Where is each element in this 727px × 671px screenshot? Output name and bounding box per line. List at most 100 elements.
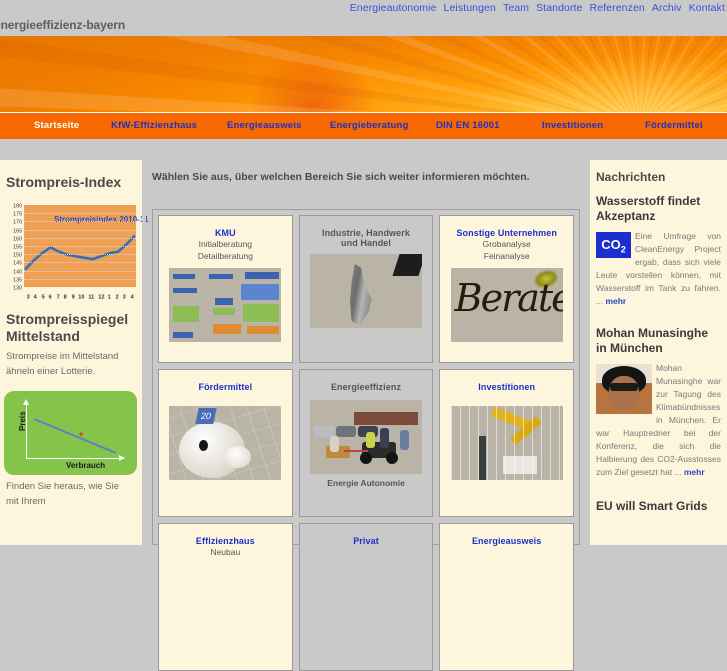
page-body: Strompreis-Index Strompreisindex 2010-11… (0, 139, 727, 671)
news-article-3-title[interactable]: EU will Smart Grids (590, 495, 727, 518)
chart1-xtick: 1 (108, 292, 112, 300)
portrait-photo (596, 364, 652, 414)
chart1-ytick: 180 (13, 202, 22, 209)
chart1-xtick: 12 (97, 292, 105, 300)
tile-foerdermittel[interactable]: Fördermittel 20 (158, 369, 293, 517)
car-shape-2 (336, 426, 356, 437)
right-sidebar: Nachrichten Wasserstoff findet Akzeptanz… (590, 160, 727, 545)
hero-banner-image (0, 36, 727, 112)
news-article-1-more-link[interactable]: mehr (605, 296, 626, 306)
nav-item-din-en-16001[interactable]: DIN EN 16001 (436, 120, 500, 131)
tile-row-3: Effizienzhaus Neubau Privat Energieauswe… (158, 523, 575, 671)
topnav-item-energieautonomie[interactable]: Energieautonomie (350, 2, 437, 14)
tile-sonstige-unternehmen[interactable]: Sonstige Unternehmen Grobanalyse Feinana… (439, 215, 575, 363)
preis-verbrauch-chart: Preis Verbrauch (4, 391, 137, 475)
co2-badge-icon: CO2 (596, 232, 631, 258)
tile-investitionen-title: Investitionen (478, 382, 536, 392)
news-article-2-more-link[interactable]: mehr (684, 467, 705, 477)
chart1-xtick: 5 (41, 292, 45, 300)
topnav-item-referenzen[interactable]: Referenzen (590, 2, 645, 14)
utility-nav: Energieautonomie Leistungen Team Standor… (346, 2, 725, 14)
tile-investitionen[interactable]: Investitionen (439, 369, 575, 517)
nav-item-startseite[interactable]: Startseite (34, 120, 79, 131)
tile-kmu[interactable]: KMU Initialberatung Detailberatung (158, 215, 293, 363)
chart1-xtick: 3 (26, 292, 30, 300)
gokart-wheel-right (386, 452, 398, 464)
chart1-xtick: 7 (56, 292, 60, 300)
tile-industrie-image (310, 254, 422, 328)
intro-text: Wählen Sie aus, über welchen Bereich Sie… (152, 171, 530, 183)
chart1-ytick: 155 (13, 243, 22, 250)
news-article-1[interactable]: Wasserstoff findet Akzeptanz CO2 Eine Umf… (590, 190, 727, 308)
tile-row-2: Fördermittel 20 Energieeffizienz Energie… (158, 369, 575, 517)
tile-sonstige-sub2: Feinanalyse (483, 251, 530, 261)
chart1-gridline (24, 254, 136, 256)
chart1-xtick: 6 (48, 292, 52, 300)
chart1-gridline (24, 237, 136, 239)
banner-sunburst-rays (0, 36, 727, 112)
news-article-2-body: Mohan Munasinghe war zur Tagung des Klim… (590, 360, 727, 479)
tile-industrie-subtitle: und Handel (341, 238, 391, 248)
gokart-wheel-left (360, 452, 372, 464)
chart1-ytick: 135 (13, 276, 22, 283)
chart1-xtick: 8 (63, 292, 67, 300)
chart1-gridline (24, 246, 136, 247)
chart1-gridline (24, 270, 136, 272)
chart1-xtick: 10 (78, 292, 85, 300)
tile-energieeffizienz-footer: Energie Autonomie (327, 478, 405, 488)
strompreis-index-plot: Strompreisindex 2010-11 (24, 205, 148, 287)
chart1-ytick: 150 (13, 251, 22, 258)
tile-effizienzhaus-title: Effizienzhaus (195, 536, 255, 546)
chart1-ytick: 130 (13, 284, 22, 291)
chart1-xtick: 11 (88, 292, 95, 300)
strompreis-index-chart-title: Strompreisindex 2010-11 (54, 215, 149, 224)
strompreisspiegel-heading: Strompreisspiegel Mittelstand (0, 303, 142, 349)
site-logo[interactable]: energieeffizienz-bayern (0, 18, 125, 32)
tile-sonstige-title: Sonstige Unternehmen (456, 228, 557, 238)
tile-energieeffizienz[interactable]: Energieeffizienz Energie Autonomie (298, 369, 434, 517)
pliers-icon (350, 264, 372, 326)
chart1-xtick: 9 (71, 292, 75, 300)
tile-industrie-title: Industrie, Handwerk (322, 228, 410, 238)
tile-industrie[interactable]: Industrie, Handwerk und Handel (298, 215, 434, 363)
tile-sonstige-image: Berater (450, 268, 563, 342)
nav-item-kfw-effizienzhaus[interactable]: KfW-Effizienzhaus (111, 120, 197, 131)
tile-energieeffizienz-title: Energieeffizienz (330, 382, 402, 392)
topnav-item-archiv[interactable]: Archiv (652, 2, 682, 14)
main-content: Wählen Sie aus, über welchen Bereich Sie… (146, 139, 586, 671)
news-spacer-1 (590, 308, 727, 322)
tile-energieausweis[interactable]: Energieausweis (439, 523, 575, 671)
tile-foerdermittel-image: 20 (169, 406, 282, 480)
tile-privat[interactable]: Privat (298, 523, 434, 671)
chart1-ytick: 160 (13, 235, 22, 242)
news-article-1-body: CO2 Eine Umfrage von CleanEnergy Project … (590, 228, 727, 308)
chart1-gridline (24, 229, 136, 231)
topnav-item-standorte[interactable]: Standorte (536, 2, 582, 14)
tile-effizienzhaus[interactable]: Effizienzhaus Neubau (158, 523, 293, 671)
tile-effizienzhaus-sub1: Neubau (210, 547, 241, 557)
tile-kmu-sub1: Initialberatung (198, 239, 253, 249)
tile-kmu-title: KMU (214, 228, 236, 238)
primary-nav-list: Startseite KfW-Effizienzhaus Energieausw… (0, 113, 727, 140)
portrait-face (609, 376, 639, 410)
topnav-item-leistungen[interactable]: Leistungen (444, 2, 496, 14)
news-spacer-2 (590, 479, 727, 495)
nav-item-energieausweis[interactable]: Energieausweis (227, 120, 302, 131)
chart1-ytick: 145 (13, 259, 22, 267)
nav-item-investitionen[interactable]: Investitionen (542, 120, 603, 131)
tile-grid: KMU Initialberatung Detailberatung Indus… (152, 209, 580, 671)
tile-energieeffizienz-image (310, 400, 422, 474)
chart1-xtick: 2 (115, 292, 119, 300)
topnav-item-team[interactable]: Team (503, 2, 529, 14)
chart1-ytick: 165 (13, 226, 22, 234)
nav-item-foerdermittel[interactable]: Fördermittel (645, 120, 703, 131)
portrait-sunglasses (610, 383, 638, 391)
chart1-ytick: 140 (13, 267, 22, 275)
child-figure-1 (330, 436, 339, 452)
tile-privat-title: Privat (353, 536, 379, 546)
child-figure-2 (366, 432, 375, 448)
news-article-2[interactable]: Mohan Munasinghe in München Mohan Munasi… (590, 322, 727, 479)
topnav-item-kontakt[interactable]: Kontakt (689, 2, 725, 14)
nav-item-energieberatung[interactable]: Energieberatung (330, 120, 409, 131)
chart1-gridline (24, 262, 136, 264)
